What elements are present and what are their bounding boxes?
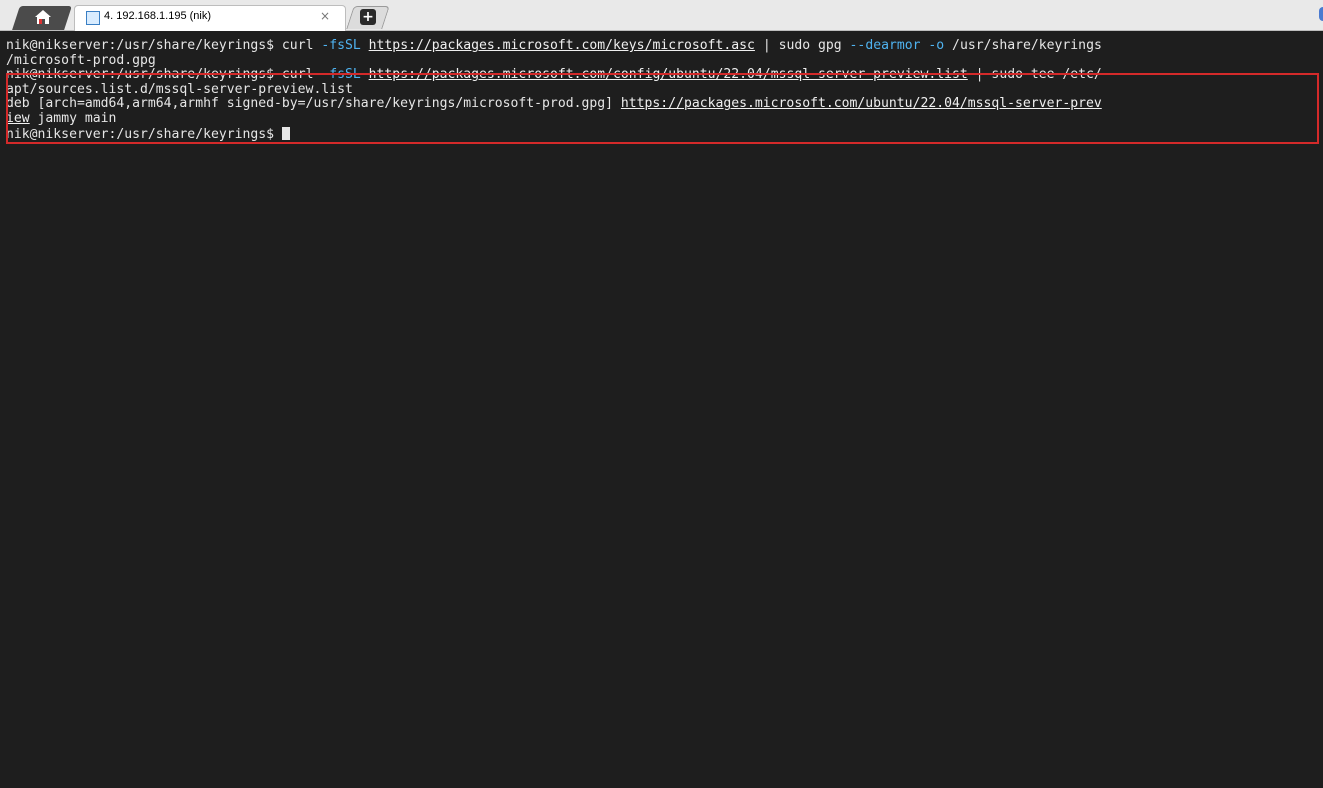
prompt: nik@nikserver:/usr/share/keyrings$ xyxy=(6,38,282,53)
command-flag: -o xyxy=(928,38,945,53)
command-text: | sudo gpg xyxy=(754,38,850,53)
terminal-line: nik@nikserver:/usr/share/keyrings$ xyxy=(6,126,1317,142)
terminal-output[interactable]: nik@nikserver:/usr/share/keyrings$ curl … xyxy=(0,33,1323,788)
command-text: /usr/share/keyrings xyxy=(944,38,1102,53)
corner-indicator-icon xyxy=(1319,7,1323,21)
output-text: deb [arch=amd64,arm64,armhf signed-by=/u… xyxy=(6,96,621,112)
command-text: curl xyxy=(281,38,322,53)
terminal-line: deb [arch=amd64,arm64,armhf signed-by=/u… xyxy=(6,97,1317,112)
terminal-window: 4. 192.168.1.195 (nik) × + nik@nikserver… xyxy=(0,0,1323,788)
command-text: | sudo tee /etc/ xyxy=(967,67,1102,83)
terminal-line: /microsoft-prod.gpg xyxy=(6,52,1317,69)
terminal-link[interactable]: iew xyxy=(6,111,30,126)
home-icon[interactable] xyxy=(34,8,52,26)
close-icon[interactable]: × xyxy=(320,9,330,23)
command-text: curl xyxy=(281,67,322,83)
terminal-link[interactable]: https://packages.microsoft.com/keys/micr… xyxy=(369,38,755,53)
command-flag: -fsSL xyxy=(321,67,361,83)
tab-bar: 4. 192.168.1.195 (nik) × + xyxy=(0,0,1323,31)
command-flag: -fsSL xyxy=(321,38,361,53)
output-text: jammy main xyxy=(29,110,117,126)
command-text: apt/sources.list.d/mssql-server-preview.… xyxy=(6,81,353,97)
terminal-line: iew jammy main xyxy=(6,110,1317,127)
terminal-line: nik@nikserver:/usr/share/keyrings$ curl … xyxy=(6,67,1317,83)
terminal-line: apt/sources.list.d/mssql-server-preview.… xyxy=(6,81,1317,98)
command-flag: --dearmor xyxy=(849,38,921,53)
terminal-link[interactable]: https://packages.microsoft.com/ubuntu/22… xyxy=(621,96,1102,112)
prompt: nik@nikserver:/usr/share/keyrings$ xyxy=(6,126,282,142)
tab-session-label: 4. 192.168.1.195 (nik) xyxy=(104,10,212,22)
ssh-session-icon xyxy=(86,11,100,25)
prompt: nik@nikserver:/usr/share/keyrings$ xyxy=(6,67,282,83)
text-cursor xyxy=(281,126,290,140)
plus-icon[interactable]: + xyxy=(360,9,376,25)
terminal-link[interactable]: https://packages.microsoft.com/config/ub… xyxy=(369,67,968,82)
command-text: /microsoft-prod.gpg xyxy=(6,52,156,68)
terminal-line: nik@nikserver:/usr/share/keyrings$ curl … xyxy=(6,38,1317,54)
